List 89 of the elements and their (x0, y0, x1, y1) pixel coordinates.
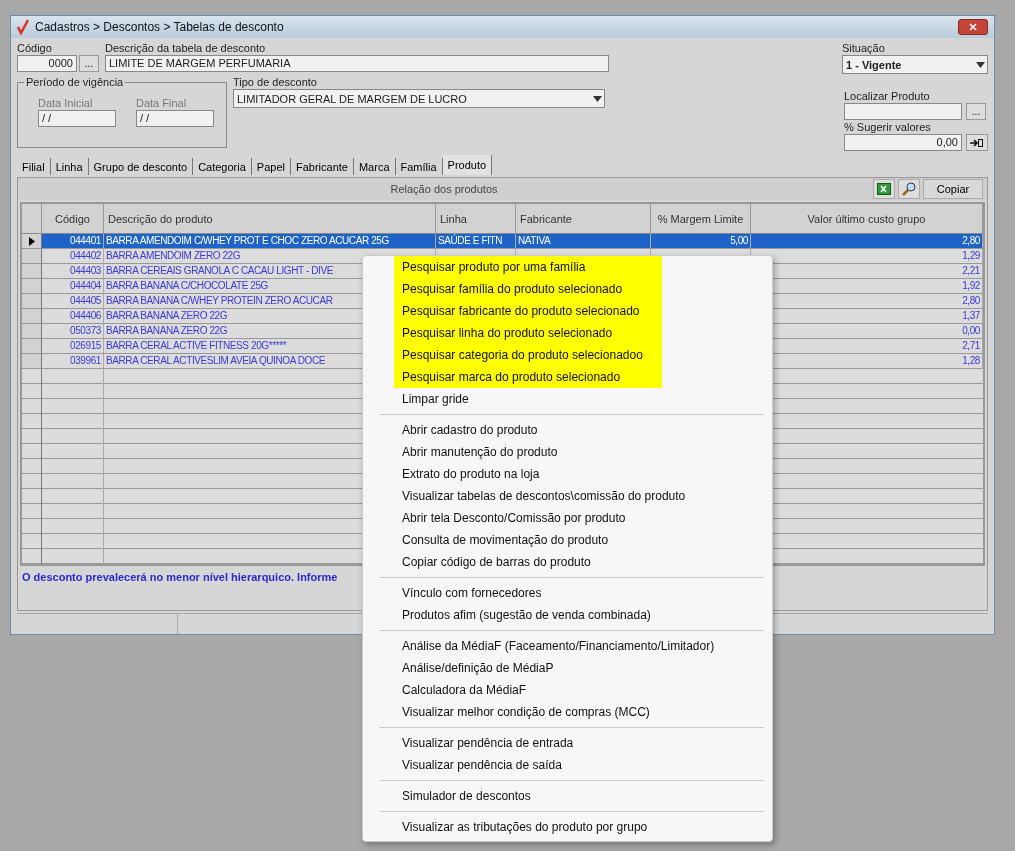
menu-item[interactable]: Visualizar tabelas de descontos\comissão do produto (394, 485, 772, 507)
column-header[interactable]: Linha (436, 204, 516, 234)
start-date-field[interactable]: / / (38, 110, 116, 127)
tab[interactable]: Papel (251, 158, 291, 175)
table-cell: 044404 (42, 279, 104, 294)
menu-item[interactable]: Consulta de movimentação do produto (394, 529, 772, 551)
code-field[interactable]: 0000 (17, 55, 77, 72)
table-cell: 5,00 (651, 234, 751, 249)
column-header[interactable]: Fabricante (516, 204, 651, 234)
table-cell: 1,29 (751, 249, 983, 264)
menu-item[interactable]: Abrir manutenção do produto (394, 441, 772, 463)
field-label: % Sugerir valores (844, 121, 932, 133)
tab[interactable]: Filial (17, 158, 51, 175)
table-cell: SAÚDE E FITN (436, 234, 516, 249)
menu-item[interactable]: Visualizar pendência de saída (394, 754, 772, 776)
table-cell: 044403 (42, 264, 104, 279)
table-cell: NATIVA (516, 234, 651, 249)
tab[interactable]: Fabricante (290, 158, 354, 175)
close-icon (969, 23, 977, 31)
field-label: Localizar Produto (844, 90, 931, 102)
spreadsheet-icon (877, 183, 891, 195)
column-header[interactable]: Código (42, 204, 104, 234)
table-cell: BARRA AMENDOIM C/WHEY PROT E CHOC ZERO ACUCAR 25G (104, 234, 436, 249)
tab[interactable]: Marca (353, 158, 396, 175)
tab[interactable]: Linha (50, 158, 89, 175)
tab[interactable]: Produto (442, 155, 493, 175)
menu-item[interactable]: Limpar gride (394, 388, 772, 410)
search-icon (902, 182, 916, 196)
panel-title: Relação dos produtos (389, 183, 499, 195)
menu-item[interactable]: Calculadora da MédiaF (394, 679, 772, 701)
field-label: Data Inicial (38, 97, 94, 109)
window-title: Cadastros > Descontos > Tabelas de desconto (35, 20, 285, 34)
field-label: Data Final (136, 97, 188, 109)
menu-item[interactable]: Abrir tela Desconto/Comissão por produto (394, 507, 772, 529)
menu-item[interactable]: Análise/definição de MédiaP (394, 657, 772, 679)
tab[interactable]: Grupo de desconto (88, 158, 194, 175)
menu-item[interactable]: Pesquisar produto por uma família (394, 256, 662, 278)
menu-item[interactable]: Visualizar melhor condição de compras (MCC) (394, 701, 772, 723)
menu-item[interactable]: Pesquisar marca do produto selecionado (394, 366, 662, 388)
menu-item[interactable]: Abrir cadastro do produto (394, 419, 772, 441)
description-field[interactable]: LIMITE DE MARGEM PERFUMARIA (105, 55, 609, 72)
menu-item[interactable]: Pesquisar fabricante do produto selecionado (394, 300, 662, 322)
discount-type-select[interactable]: LIMITADOR GERAL DE MARGEM DE LUCRO (233, 89, 605, 108)
arrow-icon (970, 137, 984, 148)
menu-item[interactable]: Simulador de descontos (394, 785, 772, 807)
row-header[interactable] (22, 234, 42, 249)
menu-item[interactable]: Pesquisar linha do produto selecionado (394, 322, 662, 344)
end-date-field[interactable]: / / (136, 110, 214, 127)
column-header[interactable]: Valor último custo grupo (751, 204, 983, 234)
menu-item[interactable]: Extrato do produto na loja (394, 463, 772, 485)
menu-item[interactable]: Vínculo com fornecedores (394, 582, 772, 604)
browse-button[interactable]: ... (966, 103, 986, 120)
table-cell: 044405 (42, 294, 104, 309)
menu-item[interactable]: Copiar código de barras do produto (394, 551, 772, 573)
spreadsheet-button[interactable] (873, 179, 895, 199)
group-label: Período de vigência (24, 76, 126, 88)
checkmark-icon (17, 19, 29, 35)
table-cell: 044402 (42, 249, 104, 264)
menu-item[interactable]: Visualizar pendência de entrada (394, 732, 772, 754)
column-header[interactable]: % Margem Limite (651, 204, 751, 234)
field-label: Situação (842, 42, 886, 54)
menu-item[interactable]: Visualizar as tributações do produto por grupo (394, 816, 772, 838)
table-cell: 039961 (42, 354, 104, 369)
copy-button[interactable]: Copiar (923, 179, 983, 199)
menu-item[interactable]: Pesquisar família do produto selecionado (394, 278, 662, 300)
tab[interactable]: Família (395, 158, 443, 175)
status-select[interactable]: 1 - Vigente (842, 55, 988, 74)
menu-item[interactable]: Análise da MédiaF (Faceamento/Financiamento/Limitador) (394, 635, 772, 657)
table-cell: 2,80 (751, 234, 983, 249)
caret-icon (976, 61, 985, 68)
field-label: Descrição da tabela de desconto (105, 42, 267, 54)
menu-item[interactable]: Produtos afim (sugestão de venda combinada) (394, 604, 772, 626)
field-label: Tipo de desconto (233, 76, 318, 88)
table-cell: 026915 (42, 339, 104, 354)
menu-item[interactable]: Pesquisar categoria do produto selecionadoo (394, 344, 662, 366)
browse-button[interactable]: ... (79, 55, 99, 72)
apply-button[interactable] (966, 134, 988, 151)
caret-icon (593, 95, 602, 102)
search-product-field[interactable] (844, 103, 962, 120)
search-button[interactable] (898, 179, 920, 199)
table-cell: 044406 (42, 309, 104, 324)
hint-text: O desconto prevalecerá no menor nível hierarquico. Informe (21, 570, 339, 585)
suggest-values-field[interactable]: 0,00 (844, 134, 962, 151)
close-button[interactable] (958, 19, 988, 35)
column-header[interactable]: Descrição do produto (104, 204, 436, 234)
field-label: Código (17, 42, 53, 54)
table-cell: 044401 (42, 234, 104, 249)
table-cell: 050373 (42, 324, 104, 339)
tab[interactable]: Categoria (193, 158, 252, 175)
